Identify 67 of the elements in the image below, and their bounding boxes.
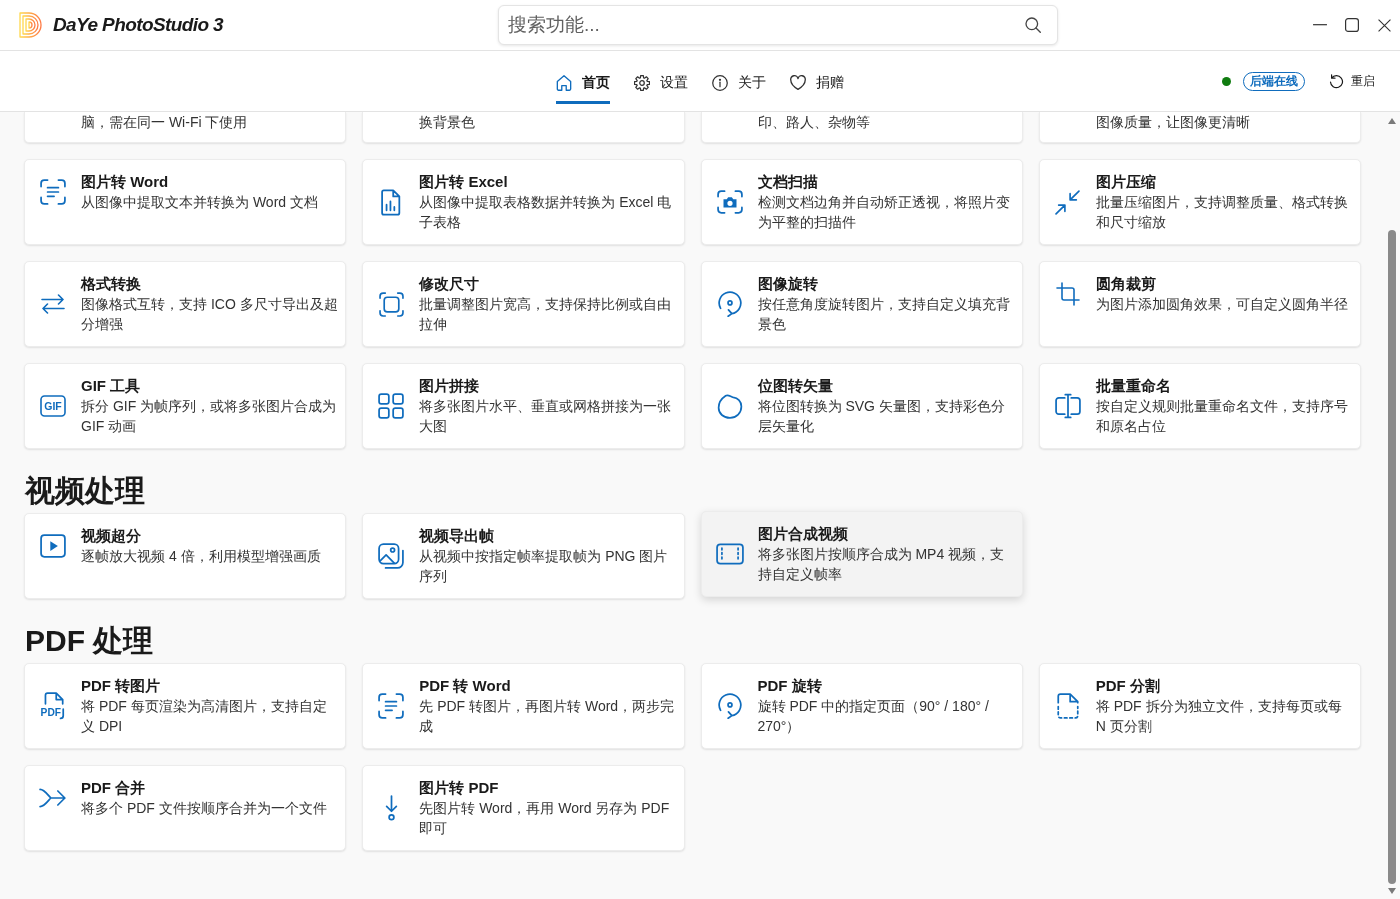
tool-card[interactable]: 脑，需在同一 Wi-Fi 下使用 [24, 112, 347, 143]
dashed-document-icon [1056, 693, 1079, 719]
search-field[interactable]: 搜索功能... [498, 5, 1058, 45]
merge-arrows-icon [39, 787, 67, 809]
play-icon [40, 534, 66, 558]
film-icon [715, 543, 744, 565]
nav-tab[interactable]: 关于 [712, 62, 766, 104]
tool-card[interactable]: 修改尺寸 批量调整图片宽高，支持保持比例或自由拉伸 [362, 261, 685, 347]
tool-card[interactable]: 图片压缩 批量压缩图片，支持调整质量、格式转换和尺寸缩放 [1038, 159, 1361, 245]
tool-card[interactable]: PDF 分割 将 PDF 拆分为独立文件，支持每页或每 N 页分割 [1038, 663, 1361, 749]
restart-button[interactable]: 重启 [1329, 72, 1375, 90]
image-icon [378, 543, 405, 569]
tool-card[interactable]: PDF PDF 转图片 将 PDF 每页渲染为高清图片，支持自定义 DPI [24, 663, 347, 749]
text-scan-icon [378, 693, 405, 719]
tool-card[interactable]: 视频导出帧 从视频中按指定帧率提取帧为 PNG 图片序列 [362, 513, 685, 599]
tool-card[interactable]: PDF 合并 将多个 PDF 文件按顺序合并为一个文件 [24, 765, 347, 851]
tool-card[interactable]: 文档扫描 检测文档边角并自动矫正透视，将照片变为平整的扫描件 [700, 159, 1023, 245]
tool-card[interactable]: 换背景色 [362, 112, 685, 143]
chart-document-icon [381, 188, 402, 216]
scroll-down-icon[interactable] [1388, 888, 1396, 894]
camera-icon [716, 190, 743, 214]
rotate-icon [716, 291, 743, 317]
tool-card[interactable]: GIF GIF 工具 拆分 GIF 为帧序列，或将多张图片合成为 GIF 动画 [24, 363, 347, 449]
tool-card[interactable]: PDF 转 Word 先 PDF 转图片，再图片转 Word，两步完成 [362, 663, 685, 749]
tool-card[interactable]: 图片转 PDF 先图片转 Word，再用 Word 另存为 PDF 即可 [362, 765, 685, 851]
tool-card[interactable]: 圆角裁剪 为图片添加圆角效果，可自定义圆角半径 [1038, 261, 1361, 347]
tool-card[interactable]: 位图转矢量 将位图转换为 SVG 矢量图，支持彩色分层矢量化 [700, 363, 1023, 449]
tool-card[interactable]: PDF 旋转 旋转 PDF 中的指定页面（90° / 180° / 270°） [700, 663, 1023, 749]
tool-card[interactable]: 图片转 Excel 从图像中提取表格数据并转换为 Excel 电子表格 [362, 159, 685, 245]
gif-icon: GIF [40, 395, 66, 417]
tool-card[interactable]: 图片合成视频 将多张图片按顺序合成为 MP4 视频，支持自定义帧率 [700, 511, 1023, 597]
resize-frame-icon [378, 291, 404, 317]
tool-card[interactable]: 图像旋转 按任意角度旋转图片，支持自定义填充背景色 [700, 261, 1023, 347]
search-icon[interactable] [1025, 17, 1041, 33]
heart-icon [790, 75, 806, 91]
grid-icon [378, 393, 405, 419]
tool-card[interactable]: 格式转换 图像格式互转，支持 ICO 多尺寸导出及超分增强 [24, 261, 347, 347]
nav-tab[interactable]: 首页 [556, 62, 610, 104]
shrink-arrows-icon [1055, 189, 1081, 215]
close-icon [1377, 18, 1391, 32]
app-title: DaYe PhotoStudio 3 [53, 14, 224, 36]
tool-card[interactable]: 批量重命名 按自定义规则批量重命名文件，支持序号和原名占位 [1038, 363, 1361, 449]
restart-icon [1329, 73, 1344, 89]
text-cursor-icon [1054, 393, 1081, 419]
tool-card[interactable]: 图片转 Word 从图像中提取文本并转换为 Word 文档 [24, 159, 347, 245]
tool-card[interactable]: 图片拼接 将多张图片水平、垂直或网格拼接为一张大图 [362, 363, 685, 449]
tool-card[interactable]: 视频超分 逐帧放大视频 4 倍，利用模型增强画质 [24, 513, 347, 599]
nav-tab[interactable]: 设置 [634, 62, 688, 104]
text-scan-icon [40, 179, 66, 205]
home-icon [556, 75, 572, 91]
logo-icon [19, 12, 43, 38]
blob-icon [716, 393, 743, 419]
nav-tab[interactable]: 捐赠 [790, 62, 844, 104]
minimize-icon [1313, 24, 1327, 26]
scrollbar-thumb[interactable] [1388, 230, 1396, 884]
rotate-icon [716, 693, 743, 719]
scroll-up-icon[interactable] [1388, 118, 1396, 124]
swap-arrows-icon [41, 294, 65, 314]
section-heading: PDF 处理 [25, 623, 154, 659]
arrow-down-icon [384, 795, 398, 821]
tool-card[interactable]: 图像质量，让图像更清晰 [1038, 112, 1361, 143]
settings-icon [634, 75, 650, 91]
maximize-icon [1345, 18, 1359, 32]
tool-card[interactable]: 印、路人、杂物等 [700, 112, 1023, 143]
section-heading: 视频处理 [25, 473, 145, 509]
crop-icon [1055, 282, 1080, 306]
info-icon [712, 75, 728, 91]
